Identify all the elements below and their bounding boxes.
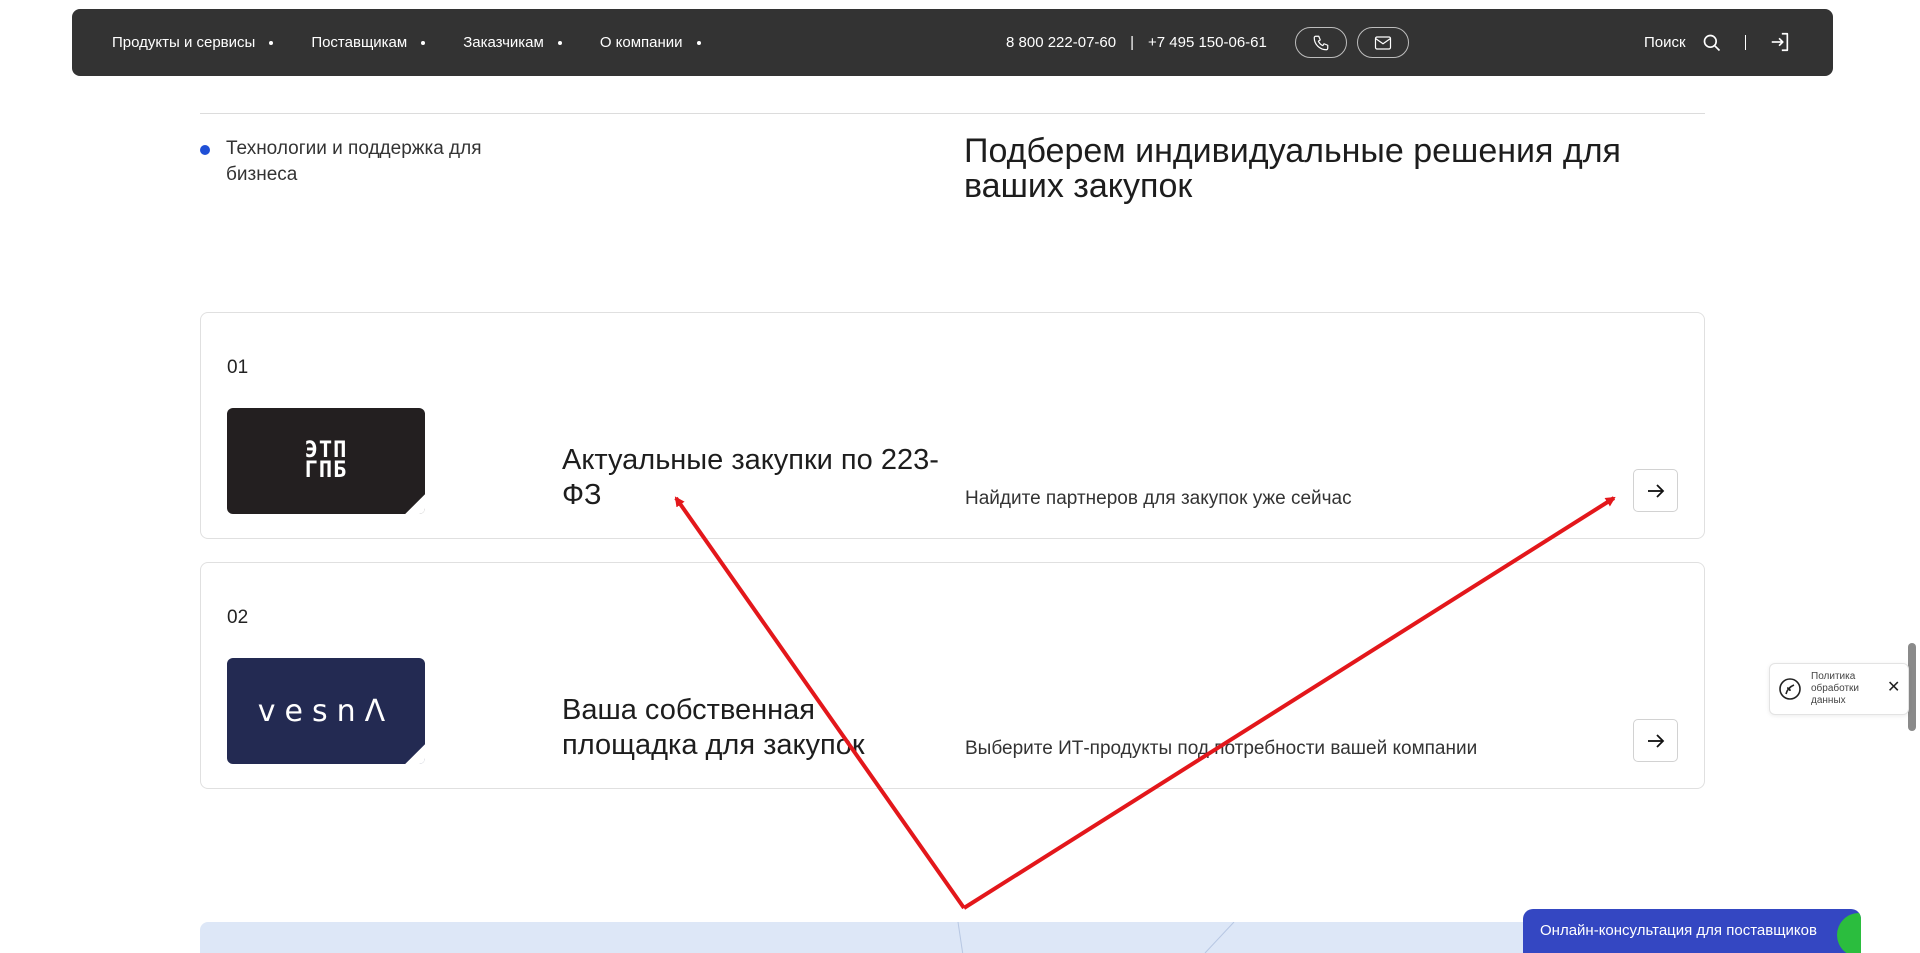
dropdown-dot-icon [421, 40, 426, 45]
nav-item-label: Продукты и сервисы [112, 34, 256, 51]
card-number: 01 [227, 357, 249, 378]
nav-item-about[interactable]: О компании [600, 34, 701, 51]
solution-card-vesna[interactable]: 02 vesnΛ Ваша собственная площадка для з… [200, 562, 1705, 789]
search-icon [1703, 34, 1720, 51]
close-icon[interactable]: ✕ [1887, 677, 1900, 697]
nav-item-products[interactable]: Продукты и сервисы [112, 34, 274, 51]
logo-text-line2: ГПБ [304, 458, 348, 483]
etp-gpb-logo: ЭТП ГПБ [227, 408, 425, 514]
arrow-right-icon [1647, 733, 1664, 748]
policy-text[interactable]: Политика обработки данных [1811, 671, 1881, 707]
vesna-logo: vesnΛ [227, 658, 425, 764]
card-number: 02 [227, 607, 249, 628]
login-icon [1771, 32, 1789, 52]
phone-separator: | [1130, 34, 1134, 51]
main-nav: Продукты и сервисы Поставщикам Заказчика… [112, 9, 739, 76]
card-arrow-button[interactable] [1633, 719, 1678, 762]
privacy-policy-widget[interactable]: Политика обработки данных ✕ [1769, 663, 1909, 715]
dropdown-dot-icon [696, 40, 701, 45]
phone-secondary-link[interactable]: +7 495 150-06-61 [1148, 34, 1267, 51]
nav-item-suppliers[interactable]: Поставщикам [311, 34, 426, 51]
section-label: Технологии и поддержка для бизнеса [226, 138, 482, 185]
solution-card-etp-gpb[interactable]: 01 ЭТП ГПБ Актуальные закупки по 223-ФЗ … [200, 312, 1705, 539]
mail-button[interactable] [1357, 27, 1409, 58]
logo-text: vesnΛ [257, 693, 395, 729]
card-title[interactable]: Актуальные закупки по 223-ФЗ [562, 443, 942, 513]
dropdown-dot-icon [269, 40, 274, 45]
online-consultation-button[interactable]: Онлайн-консультация для поставщиков [1523, 909, 1861, 953]
login-button[interactable] [1769, 31, 1791, 58]
dropdown-dot-icon [557, 40, 562, 45]
search-trigger[interactable]: Поиск [1644, 9, 1722, 76]
card-description: Найдите партнеров для закупок уже сейчас [965, 488, 1352, 509]
policy-icon [1779, 678, 1801, 700]
mail-icon [1374, 35, 1392, 50]
logo-corner-cut [405, 494, 425, 514]
header-divider [1745, 35, 1746, 50]
nav-item-label: Заказчикам [463, 34, 544, 51]
card-description: Выберите ИТ-продукты под потребности ваш… [965, 738, 1478, 759]
card-arrow-button[interactable] [1633, 469, 1678, 512]
search-label: Поиск [1644, 34, 1686, 51]
section-heading: Подберем индивидуальные решения для ваши… [964, 132, 1621, 205]
banner-decoration [957, 922, 1235, 953]
phone-primary-link[interactable]: 8 800 222-07-60 [1006, 34, 1116, 51]
phone-numbers: 8 800 222-07-60 | +7 495 150-06-61 [1006, 9, 1267, 76]
nav-item-label: Поставщикам [311, 34, 408, 51]
consult-accent-shape [1837, 913, 1861, 953]
logo-corner-cut [405, 744, 425, 764]
page-scrollbar-thumb[interactable] [1908, 643, 1916, 731]
next-section-banner [200, 922, 1705, 953]
section-bullet-icon [200, 145, 210, 155]
section-divider [200, 113, 1705, 114]
top-navigation-bar: Продукты и сервисы Поставщикам Заказчика… [72, 9, 1833, 76]
nav-item-customers[interactable]: Заказчикам [463, 34, 562, 51]
phone-icon [1313, 35, 1329, 50]
consult-label: Онлайн-консультация для поставщиков [1540, 922, 1817, 939]
nav-item-label: О компании [599, 34, 683, 51]
arrow-right-icon [1647, 483, 1664, 498]
call-button[interactable] [1295, 27, 1347, 58]
card-title[interactable]: Ваша собственная площадка для закупок [562, 693, 942, 763]
